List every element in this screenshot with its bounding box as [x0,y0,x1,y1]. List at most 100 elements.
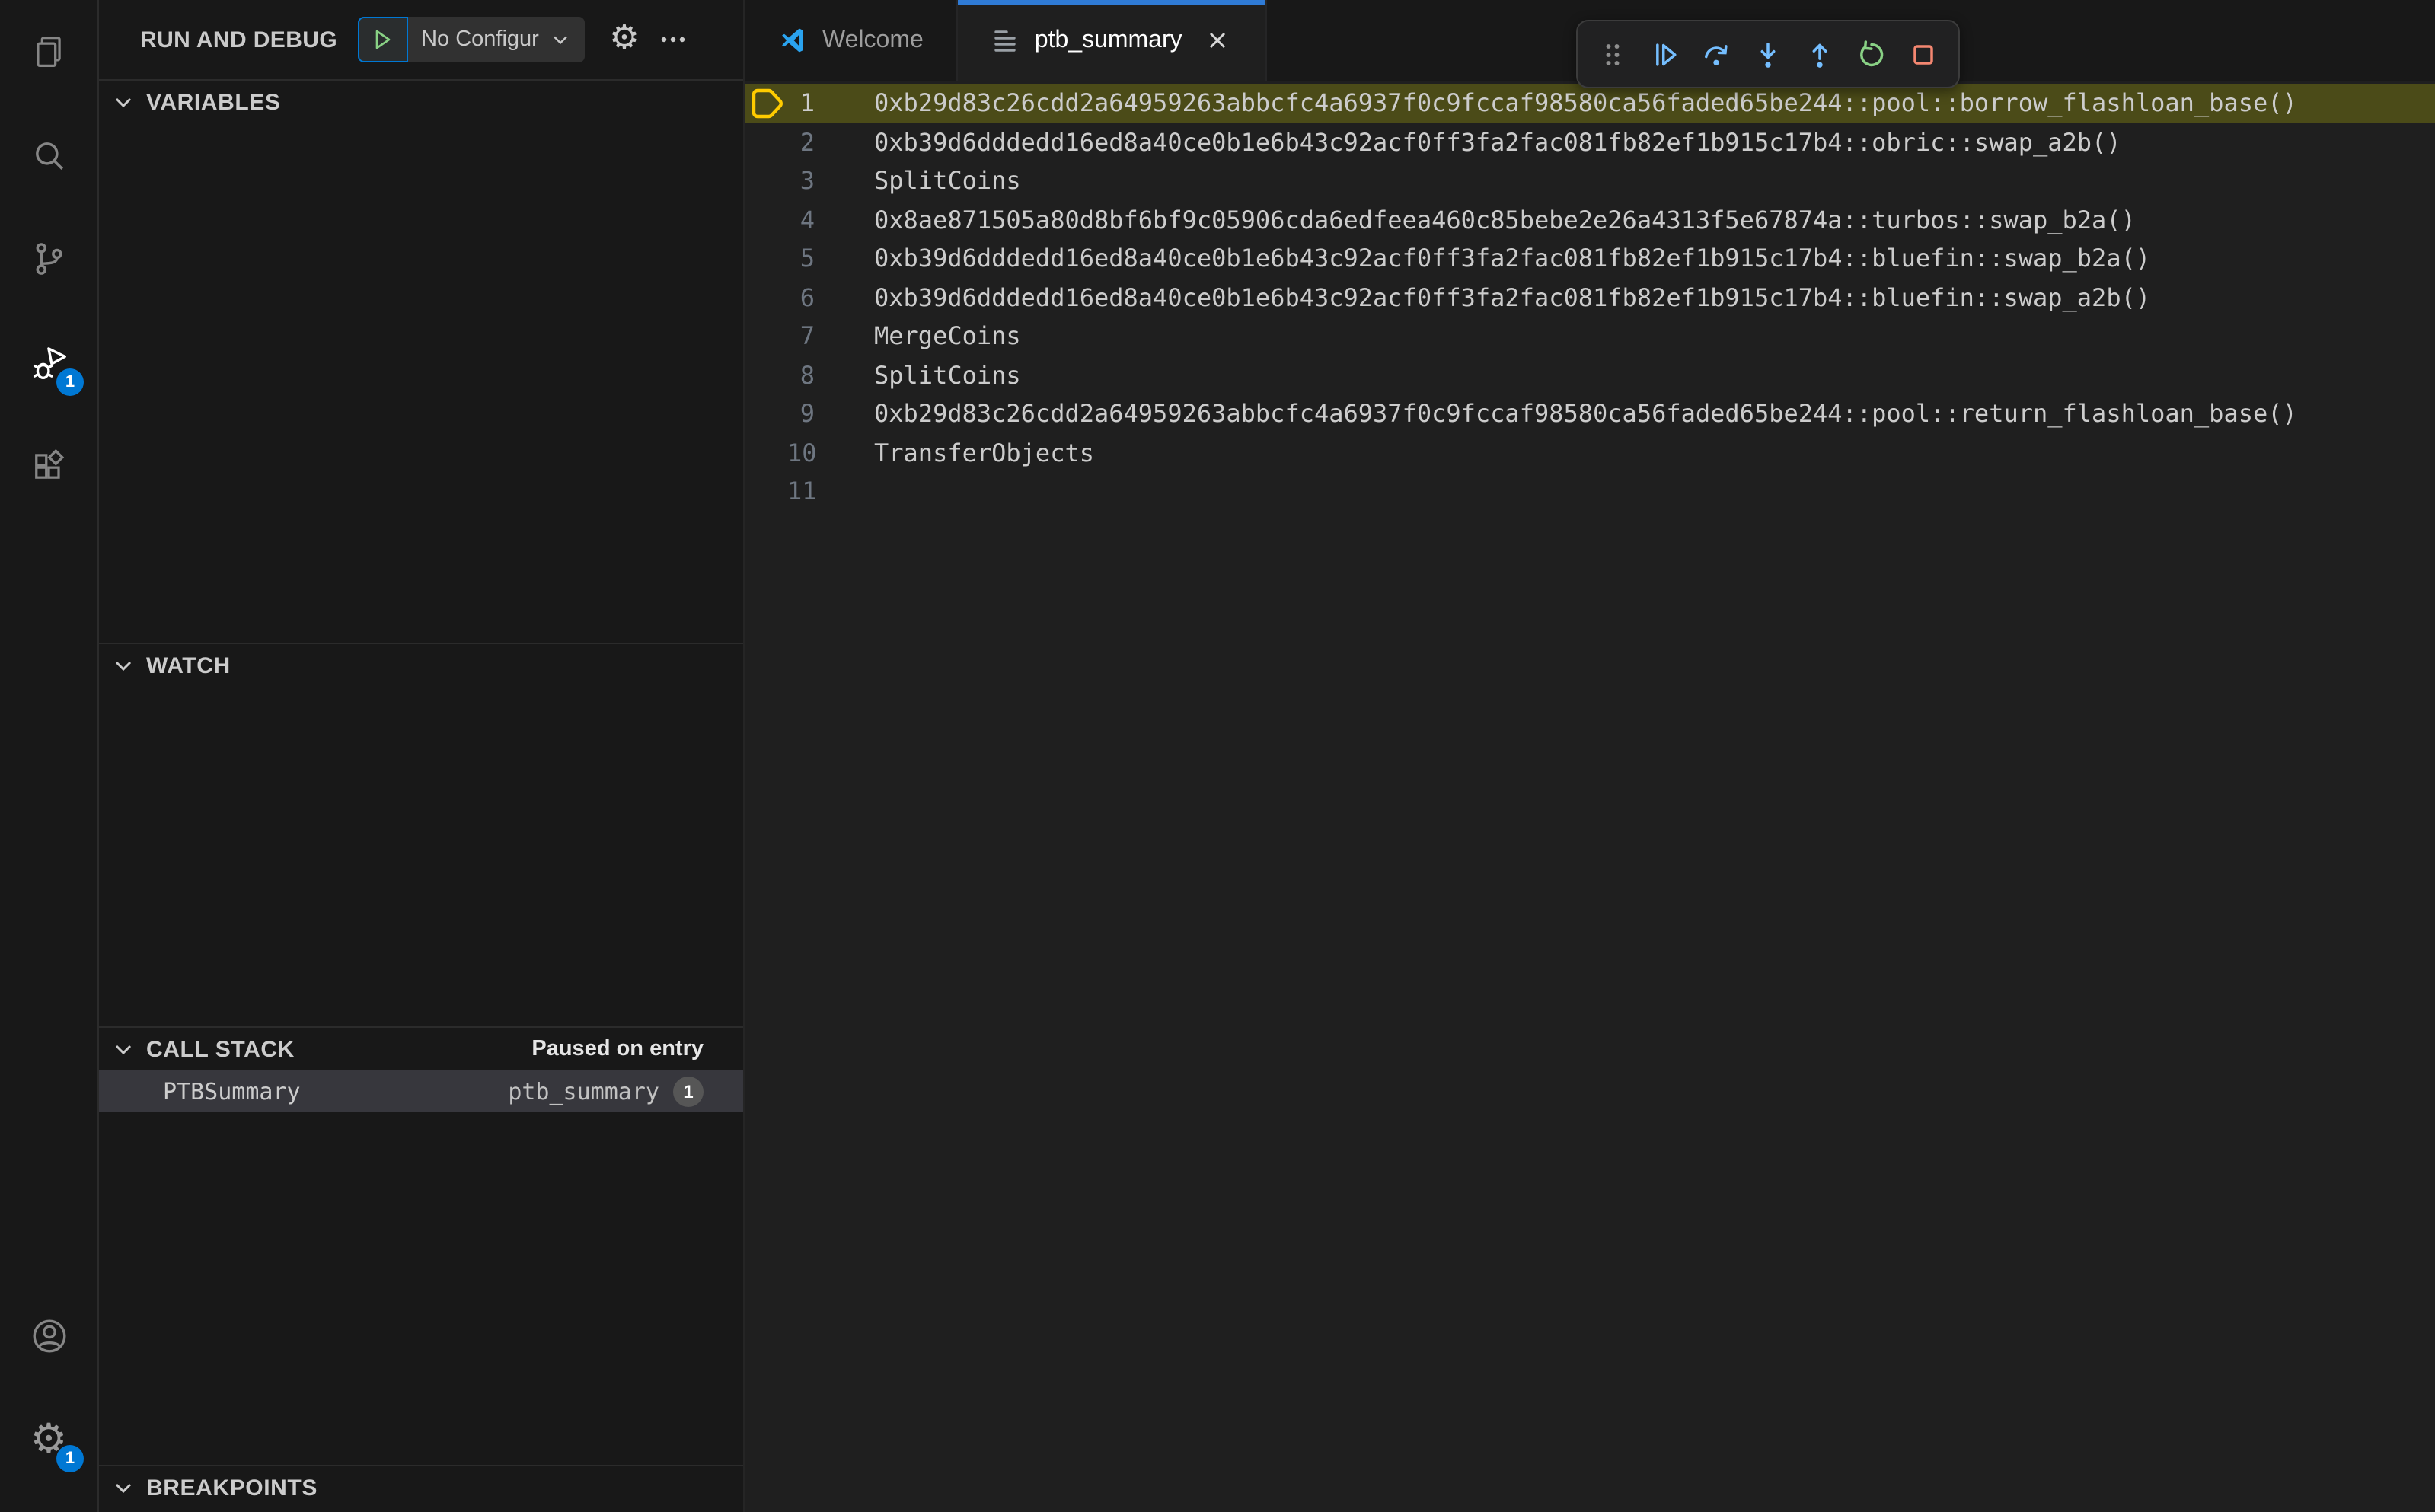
variables-section-header[interactable]: VARIABLES [99,81,743,123]
breakpoint-gutter[interactable] [745,394,787,433]
line-text: 0xb39d6dddedd16ed8a40ce0b1e6b43c92acf0ff… [874,282,2151,312]
frame-source-group: ptb_summary 1 [508,1076,704,1106]
step-out-icon [1812,43,1827,67]
tab-welcome-label: Welcome [822,27,924,53]
activity-item-source-control[interactable] [0,207,97,311]
activity-item-explorer[interactable] [0,0,97,104]
breakpoint-gutter[interactable] [745,356,787,394]
stop-button[interactable] [1897,26,1949,82]
call-stack-frame[interactable]: PTBSummary ptb_summary 1 [99,1070,743,1112]
debug-badge: 1 [56,368,84,396]
continue-button[interactable] [1639,26,1690,82]
sidebar-title: RUN AND DEBUG [140,27,338,53]
call-stack-label: CALL STACK [146,1036,295,1062]
line-text: SplitCoins [874,166,1021,196]
activity-item-run-and-debug[interactable]: 1 [0,311,97,414]
tab-ptb-summary-label: ptb_summary [1034,27,1182,53]
frame-source: ptb_summary [508,1077,659,1105]
breakpoint-gutter[interactable] [745,433,787,472]
breakpoints-label: BREAKPOINTS [146,1475,318,1501]
variables-body [99,123,743,643]
line-number: 3 [799,166,815,196]
breakpoint-gutter[interactable] [745,123,787,161]
breakpoints-section-header[interactable]: BREAKPOINTS [99,1466,743,1509]
code-line-8[interactable]: 8 SplitCoins [745,356,2435,394]
code-line-1[interactable]: 1 0xb29d83c26cdd2a64959263abbcfc4a6937f0… [745,84,2435,123]
line-number: 4 [799,205,815,234]
debug-toolbar [1576,20,1960,88]
step-out-button[interactable] [1794,26,1846,82]
debug-toolbar-drag-handle[interactable] [1587,26,1639,82]
restart-icon [1860,40,1884,66]
code-line-4[interactable]: 4 0x8ae871505a80d8bf6bf9c05906cda6edfeea… [745,200,2435,239]
step-into-icon [1760,41,1776,67]
code-line-7[interactable]: 7 MergeCoins [745,317,2435,356]
extensions-icon [35,448,65,479]
vscode-logo-icon [782,28,803,53]
section-call-stack: CALL STACK Paused on entry PTBSummary pt… [99,1026,743,1465]
code-line-6[interactable]: 6 0xb39d6dddedd16ed8a40ce0b1e6b43c92acf0… [745,278,2435,317]
source-control-icon [36,243,62,275]
chevron-down-icon [115,97,132,108]
editor-pane[interactable]: 1 0xb29d83c26cdd2a64959263abbcfc4a6937f0… [745,81,2435,1512]
tab-welcome[interactable]: Welcome [745,0,959,81]
breakpoint-gutter[interactable] [745,239,787,278]
debug-configuration-value: No Configur [421,27,539,52]
code-line-2[interactable]: 2 0xb39d6dddedd16ed8a40ce0b1e6b43c92acf0… [745,123,2435,161]
views-more-actions-button[interactable] [655,21,691,58]
step-over-icon [1705,44,1728,65]
line-text: 0xb39d6dddedd16ed8a40ce0b1e6b43c92acf0ff… [874,244,2151,273]
code-line-9[interactable]: 9 0xb29d83c26cdd2a64959263abbcfc4a6937f0… [745,394,2435,433]
restart-button[interactable] [1846,26,1897,82]
line-text: 0x8ae871505a80d8bf6bf9c05906cda6edfeea46… [874,205,2136,234]
step-into-button[interactable] [1742,26,1794,82]
call-stack-body: PTBSummary ptb_summary 1 [99,1070,743,1465]
code-line-11[interactable]: 11 [745,472,2435,511]
line-number: 9 [799,399,815,429]
call-stack-section-header[interactable]: CALL STACK Paused on entry [99,1028,743,1070]
line-text: MergeCoins [874,321,1021,351]
breakpoint-gutter[interactable] [745,472,787,511]
variables-label: VARIABLES [146,89,281,115]
activity-bar: 1 ⚙ 1 [0,0,99,1512]
activity-item-extensions[interactable] [0,414,97,518]
editor-group: Welcome ptb_summary 1 0xb29d83c26cdd2a64… [745,0,2435,1512]
section-watch: WATCH [99,643,743,1026]
step-over-button[interactable] [1690,26,1742,82]
chevron-down-icon [554,36,567,45]
breakpoint-gutter[interactable] [745,84,787,123]
tab-ptb-summary[interactable]: ptb_summary [958,0,1268,81]
vscode-window: 1 ⚙ 1 RUN AND DEBUG No Configur ⚙ VARIAB… [0,0,2435,1512]
activity-item-accounts[interactable] [0,1284,97,1387]
watch-section-header[interactable]: WATCH [99,644,743,687]
chevron-down-icon [115,1045,132,1055]
watch-label: WATCH [146,652,231,678]
activity-item-search[interactable] [0,104,97,207]
play-icon [375,30,391,49]
stop-icon [1913,44,1933,64]
files-icon [37,36,61,68]
close-tab-button[interactable] [1204,26,1233,55]
debug-settings-button[interactable]: ⚙ [606,21,643,58]
debug-current-line-marker-icon [752,88,783,118]
debug-configuration-dropdown[interactable]: No Configur [407,17,585,62]
line-text: 0xb39d6dddedd16ed8a40ce0b1e6b43c92acf0ff… [874,127,2121,157]
code-line-10[interactable]: 10 TransferObjects [745,433,2435,472]
run-control: No Configur [357,17,585,62]
start-debugging-button[interactable] [357,17,408,62]
code-line-3[interactable]: 3 SplitCoins [745,161,2435,200]
chevron-down-icon [115,1483,132,1494]
breakpoint-gutter[interactable] [745,317,787,356]
breakpoint-gutter[interactable] [745,278,787,317]
line-text: 0xb29d83c26cdd2a64959263abbcfc4a6937f0c9… [874,399,2297,429]
section-variables: VARIABLES [99,79,743,643]
activity-bar-bottom: ⚙ 1 [0,1284,97,1512]
breakpoint-gutter[interactable] [745,200,787,239]
activity-item-settings[interactable]: ⚙ 1 [0,1387,97,1491]
code-line-5[interactable]: 5 0xb39d6dddedd16ed8a40ce0b1e6b43c92acf0… [745,239,2435,278]
line-number: 5 [799,244,815,273]
list-file-icon [995,30,1016,51]
settings-badge: 1 [56,1445,84,1472]
breakpoint-gutter[interactable] [745,161,787,200]
line-number: 7 [799,321,815,351]
